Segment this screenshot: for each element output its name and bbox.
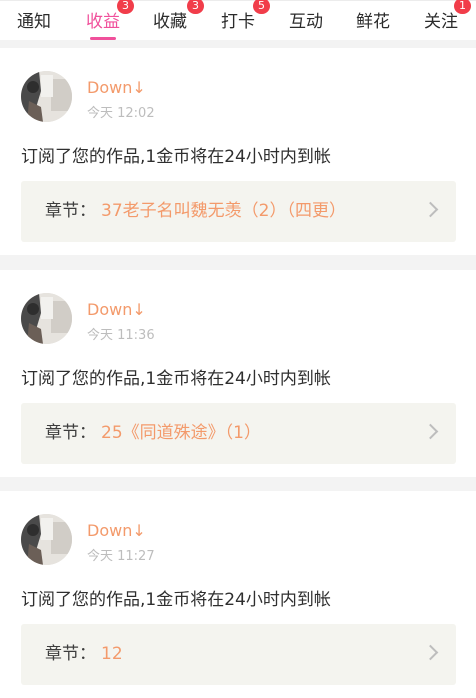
notification-card: Down↓ 今天 11:36 订阅了您的作品,1金币将在24小时内到帐 章节： …: [0, 270, 476, 477]
notification-message: 订阅了您的作品,1金币将在24小时内到帐: [21, 369, 331, 389]
timestamp: 今天 11:27: [87, 549, 155, 564]
avatar[interactable]: [21, 293, 72, 344]
chapter-value: 12: [101, 644, 123, 664]
username[interactable]: Down↓: [87, 78, 146, 97]
tab-badge: 3: [187, 0, 204, 14]
chevron-right-icon: [422, 644, 439, 661]
tab-checkin[interactable]: 打卡 5: [221, 0, 270, 40]
notification-message: 订阅了您的作品,1金币将在24小时内到帐: [21, 590, 331, 610]
timestamp: 今天 11:36: [87, 328, 155, 343]
tab-badge: 3: [117, 0, 134, 14]
notification-message: 订阅了您的作品,1金币将在24小时内到帐: [21, 147, 331, 167]
tab-label: 收益: [86, 12, 120, 32]
avatar-photo-icon: [21, 293, 72, 344]
tab-following[interactable]: 关注 1: [424, 0, 471, 40]
chevron-right-icon: [422, 201, 439, 218]
chapter-label: 章节：: [45, 644, 96, 664]
tab-flowers[interactable]: 鲜花: [356, 0, 390, 40]
tab-badge: 1: [454, 0, 471, 14]
notification-card: Down↓ 今天 12:02 订阅了您的作品,1金币将在24小时内到帐 章节： …: [0, 48, 476, 255]
tab-label: 鲜花: [356, 12, 390, 32]
chevron-right-icon: [422, 423, 439, 440]
chapter-value: 25《同道殊途》（1）: [101, 423, 261, 443]
tab-favorites[interactable]: 收藏 3: [153, 0, 204, 40]
tab-earnings[interactable]: 收益 3: [86, 0, 134, 40]
tab-interaction[interactable]: 互动: [289, 0, 323, 40]
timestamp: 今天 12:02: [87, 106, 155, 121]
avatar-photo-icon: [21, 71, 72, 122]
avatar-photo-icon: [21, 514, 72, 565]
chapter-label: 章节：: [45, 423, 96, 443]
notification-card: Down↓ 今天 11:27 订阅了您的作品,1金币将在24小时内到帐 章节： …: [0, 491, 476, 698]
chapter-link[interactable]: 章节： 37老子名叫魏无羡（2）（四更）: [21, 181, 456, 242]
tab-label: 关注: [424, 12, 458, 32]
chapter-label: 章节：: [45, 201, 96, 221]
username[interactable]: Down↓: [87, 521, 146, 540]
avatar[interactable]: [21, 514, 72, 565]
tab-label: 通知: [17, 12, 51, 32]
tab-notifications[interactable]: 通知: [17, 0, 51, 40]
chapter-link[interactable]: 章节： 25《同道殊途》（1）: [21, 403, 456, 464]
chapter-link[interactable]: 章节： 12: [21, 624, 456, 685]
avatar[interactable]: [21, 71, 72, 122]
username[interactable]: Down↓: [87, 300, 146, 319]
tab-badge: 5: [253, 0, 270, 14]
tab-label: 收藏: [153, 12, 187, 32]
top-tab-bar: 通知 收益 3 收藏 3 打卡 5 互动 鲜花 关注 1: [0, 0, 476, 40]
tab-label: 互动: [289, 12, 323, 32]
chapter-value: 37老子名叫魏无羡（2）（四更）: [101, 201, 346, 221]
tab-label: 打卡: [221, 12, 255, 32]
active-tab-indicator: [90, 37, 116, 40]
